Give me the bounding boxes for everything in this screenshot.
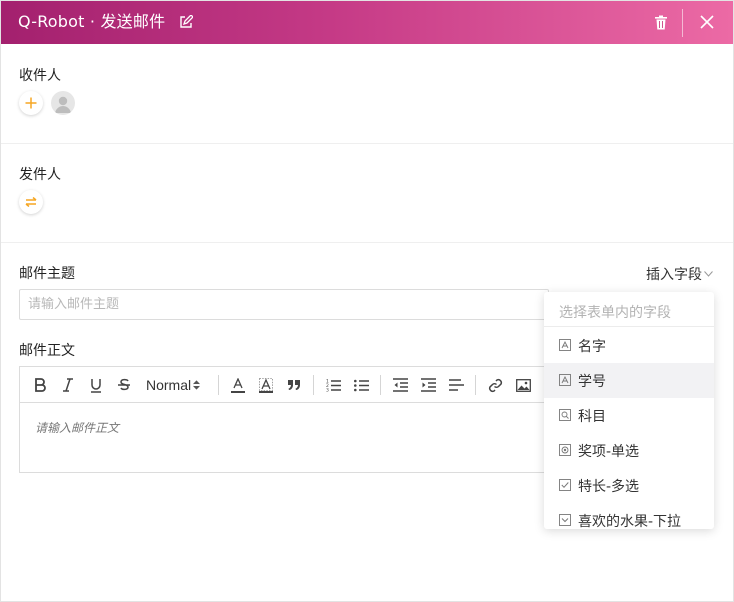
toolbar-separator bbox=[380, 375, 381, 395]
link-icon bbox=[488, 378, 502, 392]
bullet-list-icon bbox=[353, 379, 369, 392]
send-email-dialog: Q-Robot · 发送邮件 收件人 发件人 邮件主题 插入字段 请输入邮件主题… bbox=[0, 0, 734, 602]
delete-icon[interactable] bbox=[654, 15, 668, 30]
divider bbox=[1, 242, 733, 243]
align-button[interactable] bbox=[448, 376, 464, 394]
underline-button[interactable] bbox=[88, 376, 104, 394]
toolbar-separator bbox=[475, 375, 476, 395]
plus-icon bbox=[25, 97, 37, 109]
indent-icon bbox=[420, 378, 436, 392]
search-field-icon bbox=[559, 409, 571, 421]
highlight-icon bbox=[259, 377, 273, 393]
insert-link-button[interactable] bbox=[487, 376, 503, 394]
background-color-button[interactable] bbox=[258, 376, 274, 394]
field-option-label: 特长-多选 bbox=[578, 479, 640, 495]
strikethrough-button[interactable] bbox=[116, 376, 132, 394]
body-label: 邮件正文 bbox=[19, 343, 75, 359]
checkbox-field-icon bbox=[559, 479, 571, 491]
insert-image-button[interactable] bbox=[515, 376, 531, 394]
dropdown-field-icon bbox=[559, 514, 571, 526]
field-option-specialty[interactable]: 特长-多选 bbox=[544, 468, 714, 503]
outdent-button[interactable] bbox=[392, 376, 408, 394]
title-bar: Q-Robot · 发送邮件 bbox=[1, 1, 733, 44]
user-icon bbox=[55, 96, 71, 113]
recipient-avatar[interactable] bbox=[51, 91, 75, 115]
italic-icon bbox=[63, 378, 73, 392]
divider bbox=[1, 143, 733, 144]
ordered-list-icon: 1 2 3 bbox=[326, 379, 341, 393]
swap-icon bbox=[25, 197, 37, 207]
radio-field-icon bbox=[559, 444, 571, 456]
switch-sender-button[interactable] bbox=[19, 190, 43, 214]
sender-label: 发件人 bbox=[19, 167, 61, 183]
close-icon[interactable] bbox=[700, 15, 714, 29]
italic-button[interactable] bbox=[60, 376, 76, 394]
insert-field-button[interactable]: 插入字段 bbox=[646, 266, 702, 284]
body-placeholder[interactable]: 请输入邮件正文 bbox=[35, 419, 119, 436]
text-field-icon bbox=[559, 374, 571, 386]
field-option-subject[interactable]: 科目 bbox=[544, 398, 714, 433]
svg-text:3: 3 bbox=[326, 388, 329, 393]
ordered-list-button[interactable]: 1 2 3 bbox=[325, 376, 341, 394]
bold-icon bbox=[35, 378, 46, 392]
chevron-down-icon[interactable] bbox=[704, 271, 713, 277]
font-size-select[interactable]: Normal bbox=[146, 376, 204, 394]
editor-toolbar: Normal 1 2 3 bbox=[20, 367, 548, 403]
text-field-icon bbox=[559, 339, 571, 351]
titlebar-divider bbox=[682, 9, 683, 37]
toolbar-separator bbox=[218, 375, 219, 395]
select-arrows-icon bbox=[193, 380, 200, 390]
body-editor[interactable]: Normal 1 2 3 请输入邮件正文 bbox=[19, 366, 549, 473]
subject-label: 邮件主题 bbox=[19, 266, 75, 282]
strikethrough-icon bbox=[118, 378, 130, 391]
field-option-label: 学号 bbox=[578, 374, 606, 390]
field-option-label: 奖项-单选 bbox=[578, 444, 640, 460]
align-left-icon bbox=[448, 379, 464, 391]
bold-button[interactable] bbox=[32, 376, 48, 394]
field-dropdown: 选择表单内的字段 名字 学号 科目 奖项-单选 特长-多选 喜欢的水果-下拉 bbox=[544, 292, 714, 529]
field-option-label: 喜欢的水果-下拉 bbox=[578, 514, 682, 529]
toolbar-separator bbox=[313, 375, 314, 395]
blockquote-button[interactable] bbox=[286, 376, 302, 394]
edit-icon[interactable] bbox=[179, 15, 193, 29]
image-icon bbox=[515, 378, 531, 392]
add-recipient-button[interactable] bbox=[19, 91, 43, 115]
dropdown-header-text: 选择表单内的字段 bbox=[559, 305, 671, 321]
font-size-value: Normal bbox=[146, 377, 192, 393]
indent-button[interactable] bbox=[420, 376, 436, 394]
field-option-label: 科目 bbox=[578, 409, 606, 425]
outdent-icon bbox=[392, 378, 408, 392]
dialog-title: Q-Robot · 发送邮件 bbox=[18, 12, 166, 31]
quote-icon bbox=[288, 380, 300, 390]
field-option-student-id[interactable]: 学号 bbox=[544, 363, 714, 398]
field-option-label: 名字 bbox=[578, 339, 606, 355]
subject-input[interactable] bbox=[19, 289, 549, 320]
field-option-favorite-fruit[interactable]: 喜欢的水果-下拉 bbox=[544, 503, 714, 529]
bullet-list-button[interactable] bbox=[353, 376, 369, 394]
underline-icon bbox=[91, 378, 101, 393]
recipients-label: 收件人 bbox=[19, 68, 61, 84]
dropdown-header: 选择表单内的字段 bbox=[544, 292, 714, 327]
font-color-icon bbox=[231, 377, 245, 393]
field-option-award[interactable]: 奖项-单选 bbox=[544, 433, 714, 468]
font-color-button[interactable] bbox=[230, 376, 246, 394]
field-option-name[interactable]: 名字 bbox=[544, 328, 714, 363]
